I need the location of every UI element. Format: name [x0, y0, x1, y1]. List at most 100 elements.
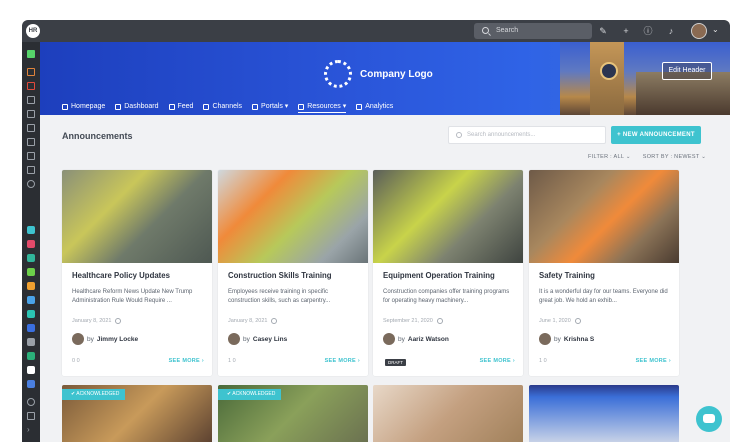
author-name[interactable]: Jimmy Locke: [97, 336, 138, 343]
tools-icon[interactable]: ✎: [597, 25, 609, 37]
author-name[interactable]: Krishna S: [564, 336, 594, 343]
author-prefix: by: [87, 335, 94, 343]
card-title[interactable]: Equipment Operation Training: [383, 271, 515, 280]
new-announcement-button[interactable]: + NEW ANNOUNCEMENT: [611, 126, 701, 144]
card-footer: 1 0 SEE MORE ›: [539, 358, 671, 368]
sidebar-item-list[interactable]: [27, 138, 35, 146]
sidebar-expand-icon[interactable]: ›: [27, 426, 35, 434]
see-more-link[interactable]: SEE MORE ›: [480, 358, 515, 364]
nav-portals[interactable]: Portals ▾: [252, 101, 288, 113]
card-author: by Jimmy Locke: [72, 333, 138, 345]
sidebar-app-11[interactable]: [27, 366, 35, 374]
author-prefix: by: [243, 335, 250, 343]
sidebar-add-user-icon[interactable]: [27, 412, 35, 420]
sidebar-item-people[interactable]: [27, 110, 35, 118]
feed-icon: [168, 104, 175, 110]
edit-header-button[interactable]: Edit Header: [662, 62, 712, 80]
card-image: [62, 170, 212, 263]
date-text: January 8, 2021: [72, 318, 112, 324]
sidebar-app-1[interactable]: [27, 226, 35, 234]
globe-icon: [574, 318, 581, 324]
announcement-card[interactable]: Construction Skills Training Employees r…: [218, 170, 368, 376]
card-footer: SEE MORE ›: [383, 358, 515, 368]
card-image: [529, 170, 679, 263]
sidebar-app-12[interactable]: [27, 380, 35, 388]
filter-dropdown[interactable]: FILTER : ALL ⌄: [588, 154, 631, 160]
app-window: HR Search ✎ + ⓘ ♪ ⌄ › Company Logo Edit …: [22, 20, 730, 442]
card-excerpt: Employees receive training in specific c…: [228, 289, 331, 304]
announcement-card[interactable]: [373, 385, 523, 442]
date-text: June 1, 2020: [539, 318, 571, 324]
dashboard-icon: [115, 104, 122, 110]
add-icon[interactable]: +: [620, 25, 632, 37]
announcement-card[interactable]: Equipment Operation Training Constructio…: [373, 170, 523, 376]
globe-icon: [115, 318, 122, 324]
nav-dashboard[interactable]: Dashboard: [115, 101, 159, 113]
nav-feed[interactable]: Feed: [168, 101, 194, 113]
sidebar-app-3[interactable]: [27, 254, 35, 262]
sidebar-app-9[interactable]: [27, 338, 35, 346]
sort-dropdown[interactable]: SORT BY : NEWEST ⌄: [643, 154, 706, 160]
card-date: January 8, 2021: [72, 318, 122, 324]
nav-homepage[interactable]: Homepage: [62, 101, 105, 113]
author-prefix: by: [554, 335, 561, 343]
sidebar-item-settings[interactable]: [27, 180, 35, 188]
company-logo-icon: [324, 60, 352, 88]
card-date: September 21, 2020: [383, 318, 443, 324]
sidebar-app-5[interactable]: [27, 282, 35, 290]
card-title[interactable]: Safety Training: [539, 271, 671, 280]
page-title: Announcements: [62, 131, 133, 141]
nav-analytics[interactable]: Analytics: [356, 101, 393, 113]
card-author: by Aariz Watson: [383, 333, 449, 345]
see-more-link[interactable]: SEE MORE ›: [325, 358, 360, 364]
card-title[interactable]: Healthcare Policy Updates: [72, 271, 204, 280]
card-author: by Casey Lins: [228, 333, 287, 345]
announcement-card[interactable]: Safety Training It is a wonderful day fo…: [529, 170, 679, 376]
card-stats: 0 0: [72, 358, 80, 364]
card-excerpt: It is a wonderful day for our teams. Eve…: [539, 289, 668, 304]
sidebar-item-calendar[interactable]: [27, 96, 35, 104]
author-avatar: [383, 333, 395, 345]
sidebar-app-8[interactable]: [27, 324, 35, 332]
author-name[interactable]: Casey Lins: [253, 336, 287, 343]
announcement-search-input[interactable]: Search announcements...: [448, 126, 606, 144]
sidebar-app-7[interactable]: [27, 310, 35, 318]
announcement-card[interactable]: Healthcare Policy Updates Healthcare Ref…: [62, 170, 212, 376]
announcement-card[interactable]: ✔ ACKNOWLEDGED: [62, 385, 212, 442]
sidebar-toggle-icon[interactable]: [27, 50, 35, 58]
nav-channels[interactable]: Channels: [203, 101, 242, 113]
author-prefix: by: [398, 335, 405, 343]
global-search-input[interactable]: Search: [474, 23, 592, 39]
sidebar-app-6[interactable]: [27, 296, 35, 304]
card-title[interactable]: Construction Skills Training: [228, 271, 360, 280]
chat-button[interactable]: [696, 406, 722, 432]
see-more-link[interactable]: SEE MORE ›: [636, 358, 671, 364]
chevron-down-icon[interactable]: ⌄: [712, 25, 719, 34]
app-logo[interactable]: HR: [26, 24, 40, 38]
announcement-card[interactable]: ✔ ACKNOWLEDGED: [218, 385, 368, 442]
nav-resources[interactable]: Resources ▾: [298, 101, 347, 113]
card-excerpt: Healthcare Reform News Update New Trump …: [72, 289, 193, 304]
sidebar-app-10[interactable]: [27, 352, 35, 360]
sidebar-item-docs[interactable]: [27, 152, 35, 160]
announcement-card[interactable]: [529, 385, 679, 442]
sidebar-item-tasks[interactable]: [27, 68, 35, 76]
user-avatar[interactable]: [691, 23, 707, 39]
sidebar-item-messages[interactable]: [27, 82, 35, 90]
sidebar-app-2[interactable]: [27, 240, 35, 248]
author-name[interactable]: Aariz Watson: [408, 336, 449, 343]
card-image: [373, 170, 523, 263]
info-icon[interactable]: ⓘ: [642, 25, 654, 37]
nav-label: Homepage: [71, 103, 106, 110]
sidebar-item-folder[interactable]: [27, 124, 35, 132]
card-footer: 1 0 SEE MORE ›: [228, 358, 360, 368]
bookmark-icon: [298, 103, 305, 110]
sidebar-item-forms[interactable]: [27, 166, 35, 174]
nav-label: Feed: [177, 103, 194, 110]
nav-label: Dashboard: [124, 103, 159, 110]
card-footer: 0 0 SEE MORE ›: [72, 358, 204, 368]
see-more-link[interactable]: SEE MORE ›: [169, 358, 204, 364]
sidebar-profile-icon[interactable]: [27, 398, 35, 406]
bell-icon[interactable]: ♪: [665, 25, 677, 37]
sidebar-app-4[interactable]: [27, 268, 35, 276]
